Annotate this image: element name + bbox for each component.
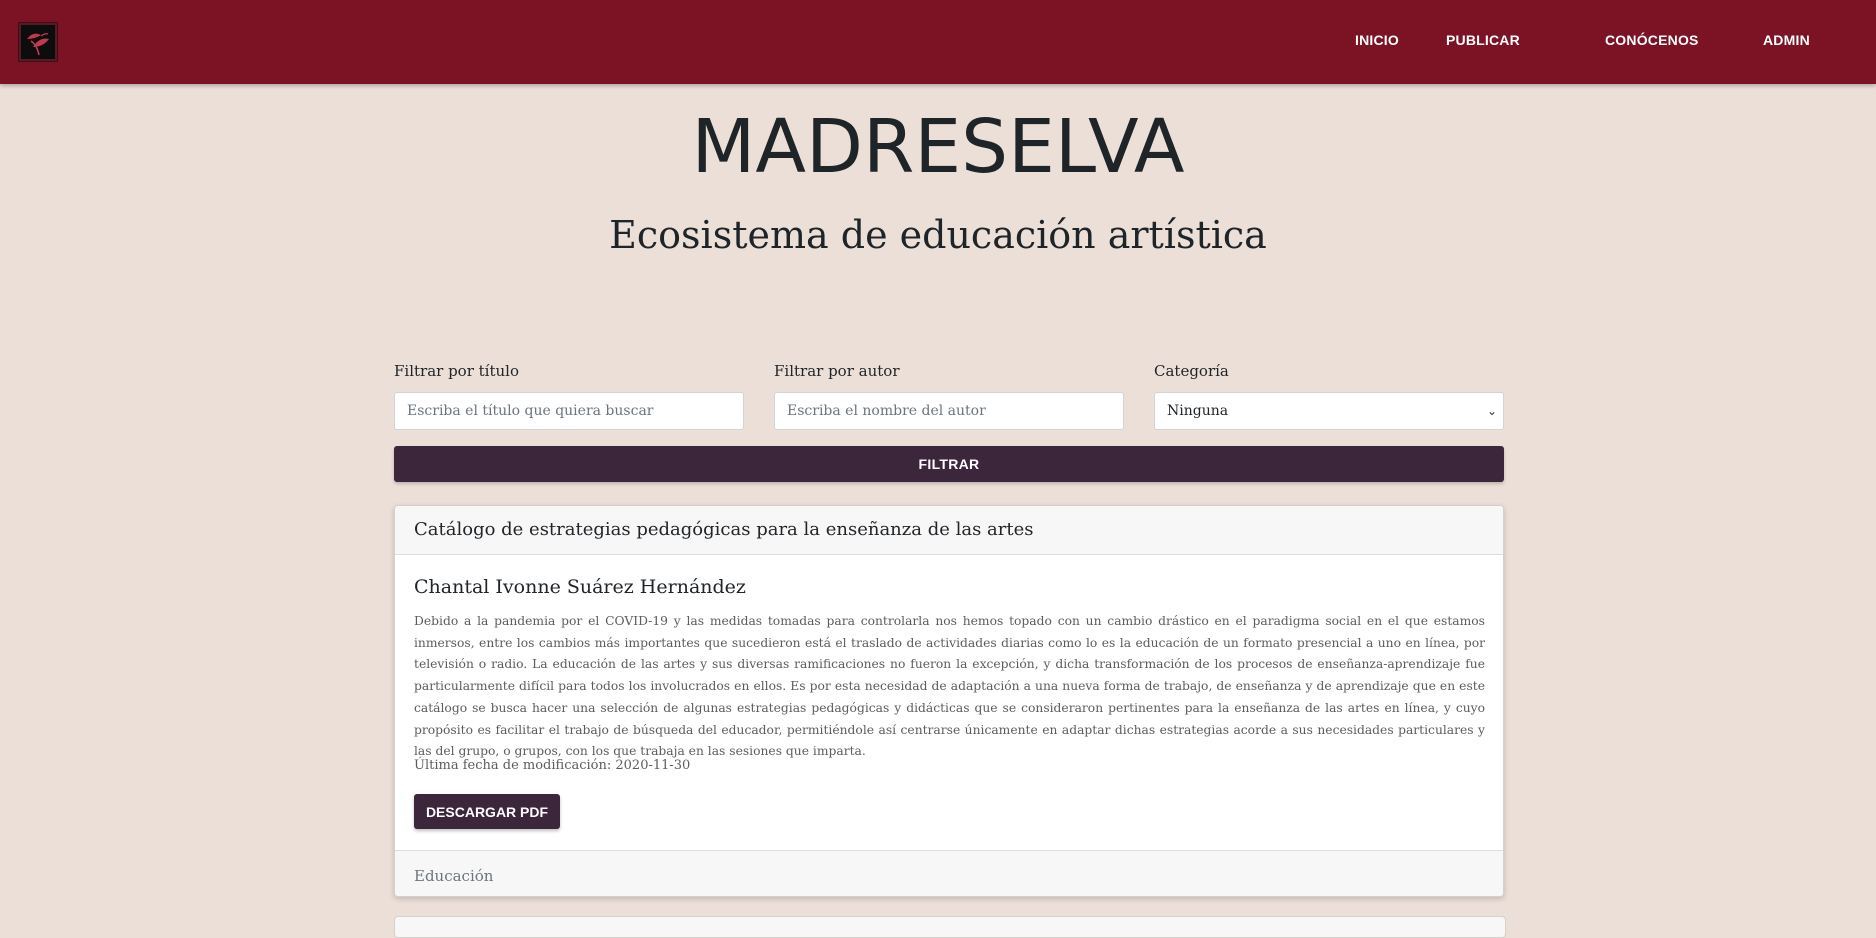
card-footer: Educación	[395, 850, 1503, 896]
site-title: MADRESELVA	[691, 104, 1185, 190]
card-category: Educación	[414, 867, 494, 885]
nav-inicio-link[interactable]: INICIO	[1355, 32, 1399, 48]
nav-publicar-link[interactable]: PUBLICAR	[1446, 32, 1520, 48]
title-filter-input[interactable]	[394, 392, 744, 430]
category-select-value: Ninguna	[1167, 403, 1229, 419]
madreselva-logo-icon[interactable]	[18, 22, 58, 62]
title-filter-label: Filtrar por título	[394, 362, 519, 380]
card-description: Debido a la pandemia por el COVID-19 y l…	[414, 614, 1485, 759]
result-card: Catálogo de estrategias pedagógicas para…	[394, 505, 1504, 897]
top-navbar: INICIO PUBLICAR CONÓCENOS ADMIN	[0, 0, 1876, 84]
chevron-down-icon: ⌄	[1486, 404, 1497, 418]
card-header: Catálogo de estrategias pedagógicas para…	[395, 506, 1503, 555]
download-pdf-button[interactable]: DESCARGAR PDF	[414, 794, 560, 829]
card-author: Chantal Ivonne Suárez Hernández	[414, 576, 746, 598]
nav-conocenos-link[interactable]: CONÓCENOS	[1605, 32, 1699, 48]
author-filter-input[interactable]	[774, 392, 1124, 430]
nav-admin-link[interactable]: ADMIN	[1763, 32, 1810, 48]
category-select[interactable]: Ninguna ⌄	[1154, 392, 1504, 430]
site-subtitle: Ecosistema de educación artística	[609, 213, 1267, 257]
next-result-card-edge	[394, 916, 1506, 938]
author-filter-label: Filtrar por autor	[774, 362, 900, 380]
card-title: Catálogo de estrategias pedagógicas para…	[414, 519, 1034, 540]
category-filter-label: Categoría	[1154, 362, 1229, 380]
filter-button[interactable]: FILTRAR	[394, 446, 1504, 482]
card-modified-date: Última fecha de modificación: 2020-11-30	[414, 758, 691, 773]
